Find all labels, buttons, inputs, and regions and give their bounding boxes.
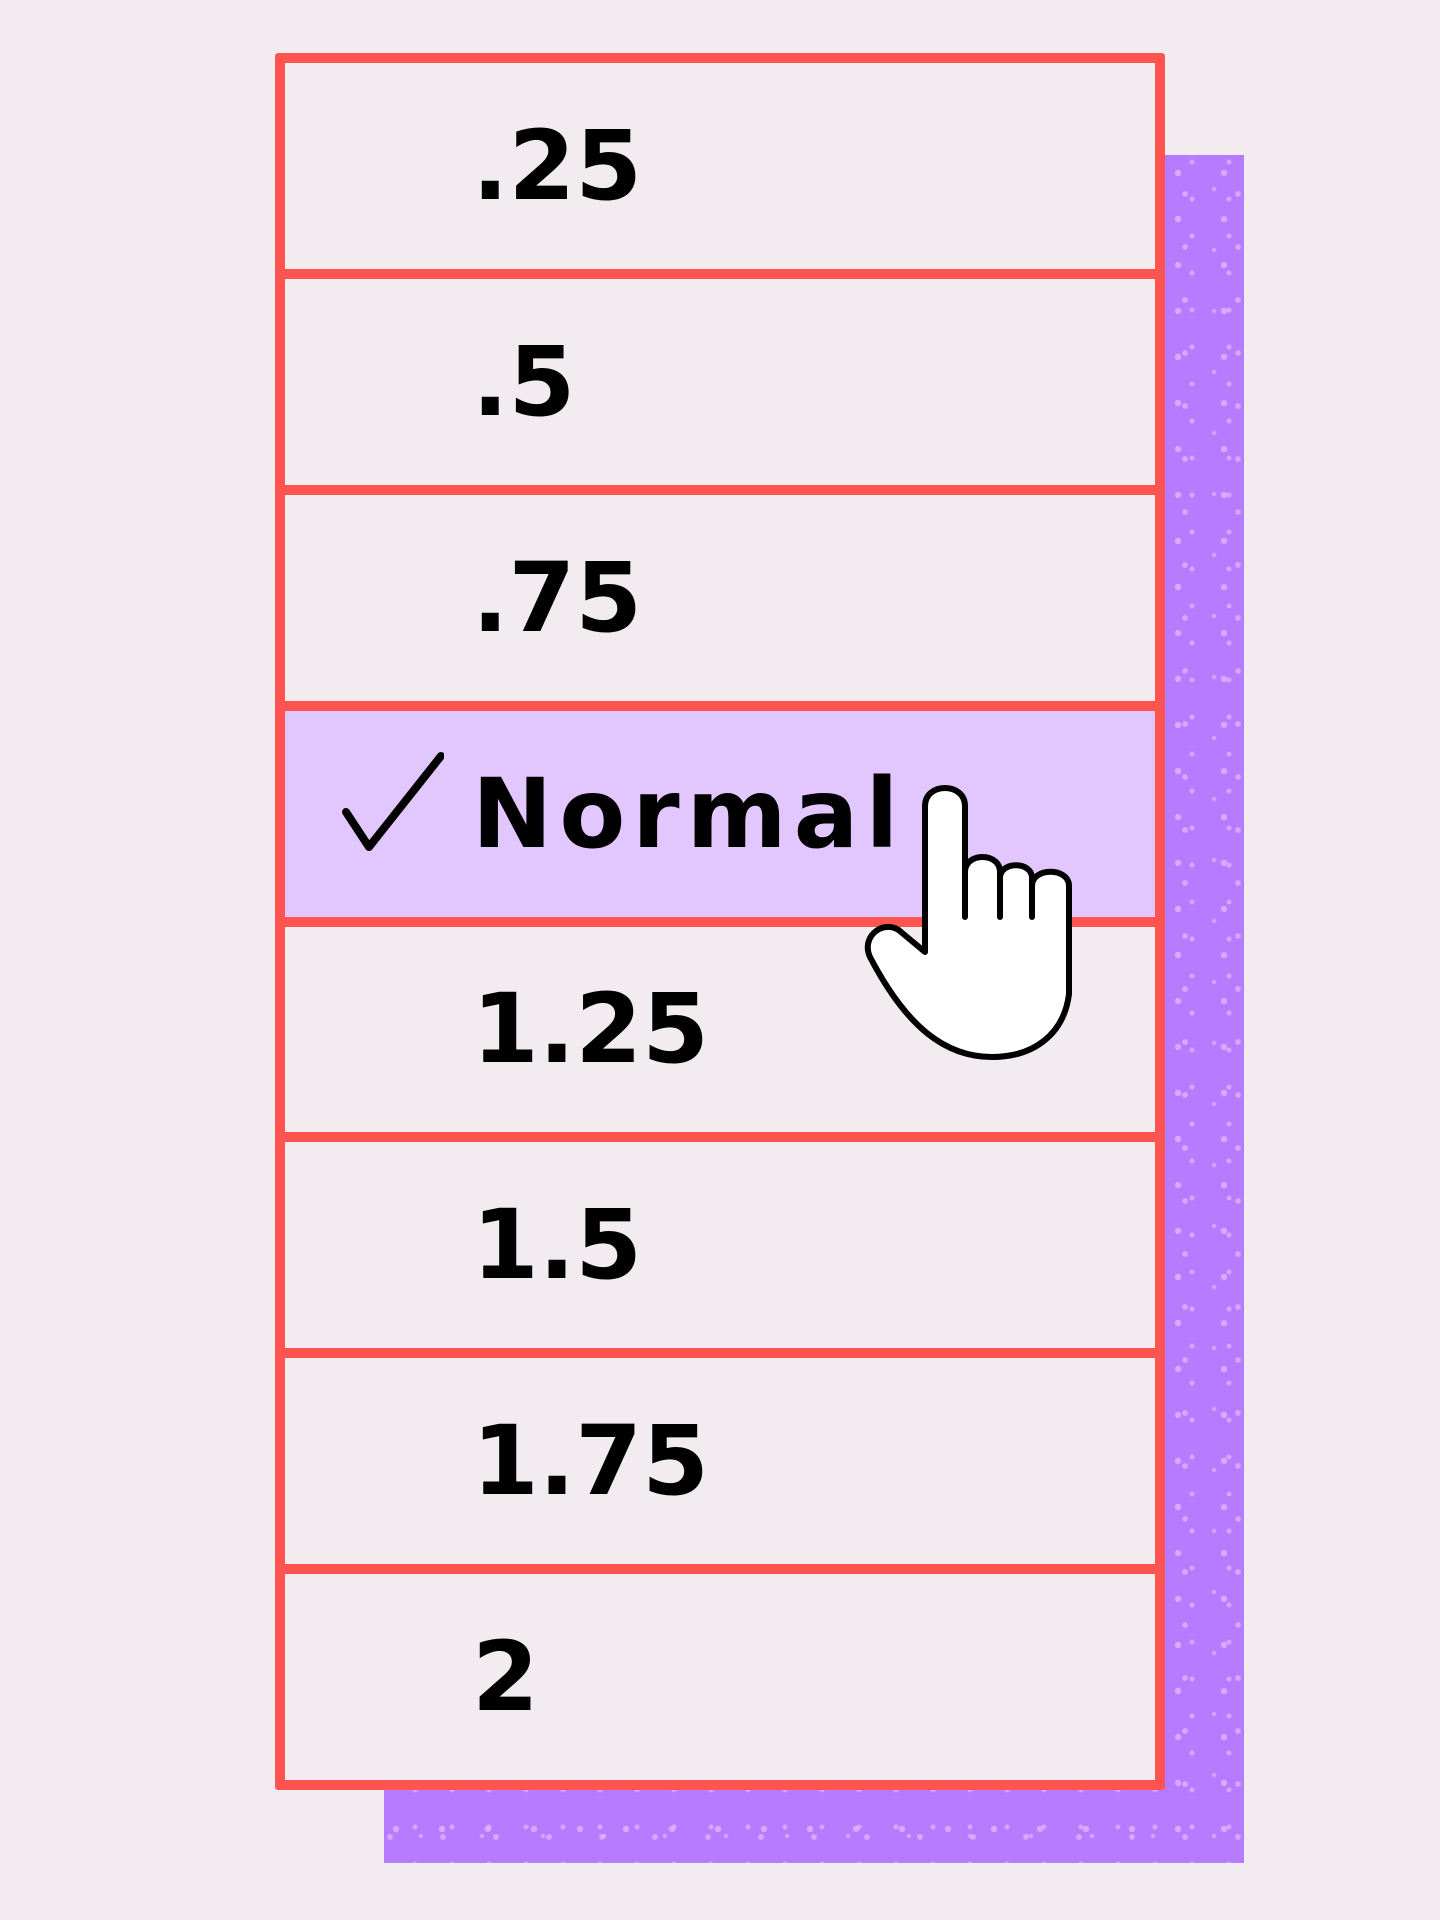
speed-option-1-5[interactable]: 1.5 xyxy=(285,1142,1155,1359)
speed-option-normal[interactable]: Normal xyxy=(285,710,1155,927)
speed-option-0-75[interactable]: .75 xyxy=(285,494,1155,711)
speed-option-1-75[interactable]: 1.75 xyxy=(285,1358,1155,1575)
speed-option-label: 1.75 xyxy=(472,1405,709,1518)
speed-option-label: Normal xyxy=(472,757,906,870)
speed-option-label: 1.5 xyxy=(472,1189,643,1302)
speed-option-label: 1.25 xyxy=(472,973,709,1086)
speed-option-0-25[interactable]: .25 xyxy=(285,63,1155,279)
speed-option-1-25[interactable]: 1.25 xyxy=(285,926,1155,1143)
speed-option-label: .75 xyxy=(472,541,643,654)
speed-option-label: 2 xyxy=(472,1621,539,1734)
playback-speed-menu: .25 .5 .75 Normal 1.25 1.5 1.75 2 xyxy=(275,53,1165,1790)
speed-option-label: .5 xyxy=(472,325,576,438)
check-icon xyxy=(342,751,444,851)
playback-speed-screen: { "speed_menu": { "items": [ {"label": "… xyxy=(0,0,1440,1920)
speed-option-label: .25 xyxy=(472,109,643,222)
speed-option-2[interactable]: 2 xyxy=(285,1574,1155,1780)
speed-option-0-5[interactable]: .5 xyxy=(285,278,1155,495)
